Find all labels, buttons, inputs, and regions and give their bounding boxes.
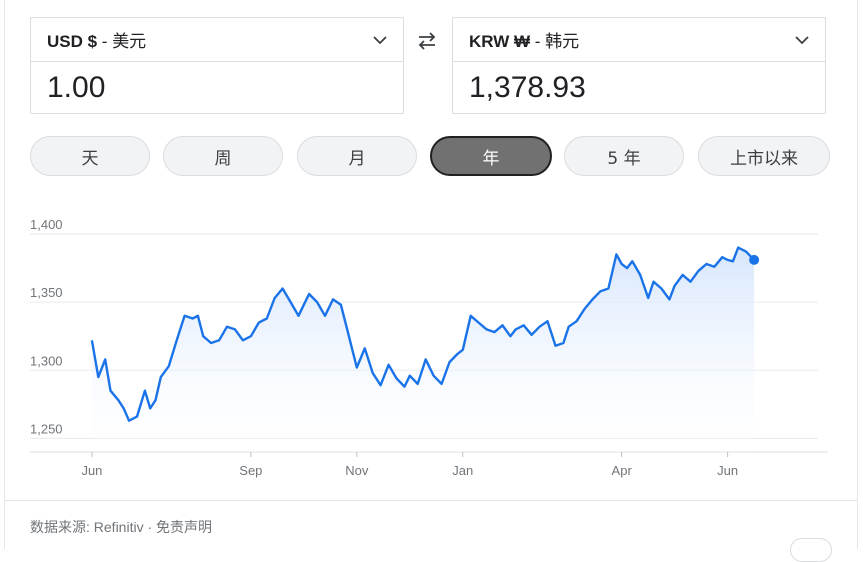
x-tick-label: Sep xyxy=(239,463,262,478)
from-currency-box: USD $ - 美元 1.00 xyxy=(30,17,404,114)
tab-year[interactable]: 年 xyxy=(430,136,552,176)
swap-arrows-icon[interactable] xyxy=(414,28,440,54)
tab-week[interactable]: 周 xyxy=(163,136,283,176)
to-currency-label: KRW ₩ - 韩元 xyxy=(469,32,580,51)
tab-max[interactable]: 上市以来 xyxy=(698,136,830,176)
y-tick-label: 1,350 xyxy=(30,285,63,300)
y-tick-label: 1,300 xyxy=(30,353,63,368)
chart-last-point[interactable] xyxy=(749,254,760,265)
from-currency-label: USD $ - 美元 xyxy=(47,32,147,51)
chevron-down-icon xyxy=(373,35,387,44)
chart-area-fill xyxy=(91,247,755,452)
range-tabs: 天 周 月 年 5 年 上市以来 xyxy=(30,136,830,176)
y-axis-labels: 1,250 1,300 1,350 1,400 xyxy=(30,217,63,436)
feedback-chip[interactable] xyxy=(790,538,832,562)
chevron-down-icon xyxy=(795,35,809,44)
to-amount-input[interactable]: 1,378.93 xyxy=(453,62,825,114)
x-tick-label: Jun xyxy=(717,463,738,478)
x-tick-label: Jan xyxy=(452,463,473,478)
from-amount-input[interactable]: 1.00 xyxy=(31,62,403,114)
data-source-footer[interactable]: 数据来源: Refinitiv · 免责声明 xyxy=(30,517,212,537)
x-tick-label: Jun xyxy=(81,463,102,478)
footer-divider xyxy=(4,500,858,501)
x-tick-label: Apr xyxy=(612,463,633,478)
to-currency-select[interactable]: KRW ₩ - 韩元 xyxy=(453,18,825,62)
x-axis-labels: Jun Sep Nov Jan Apr Jun xyxy=(81,452,738,478)
tab-month[interactable]: 月 xyxy=(297,136,417,176)
to-currency-box: KRW ₩ - 韩元 1,378.93 xyxy=(452,17,826,114)
tab-5-years[interactable]: 5 年 xyxy=(564,136,684,176)
y-tick-label: 1,400 xyxy=(30,217,63,232)
x-tick-label: Nov xyxy=(345,463,369,478)
from-currency-select[interactable]: USD $ - 美元 xyxy=(31,18,403,62)
y-tick-label: 1,250 xyxy=(30,421,63,436)
tab-day[interactable]: 天 xyxy=(30,136,150,176)
exchange-rate-chart: 1,250 1,300 1,350 1,400 Jun Sep Nov Jan Apr Jun xyxy=(30,217,828,478)
